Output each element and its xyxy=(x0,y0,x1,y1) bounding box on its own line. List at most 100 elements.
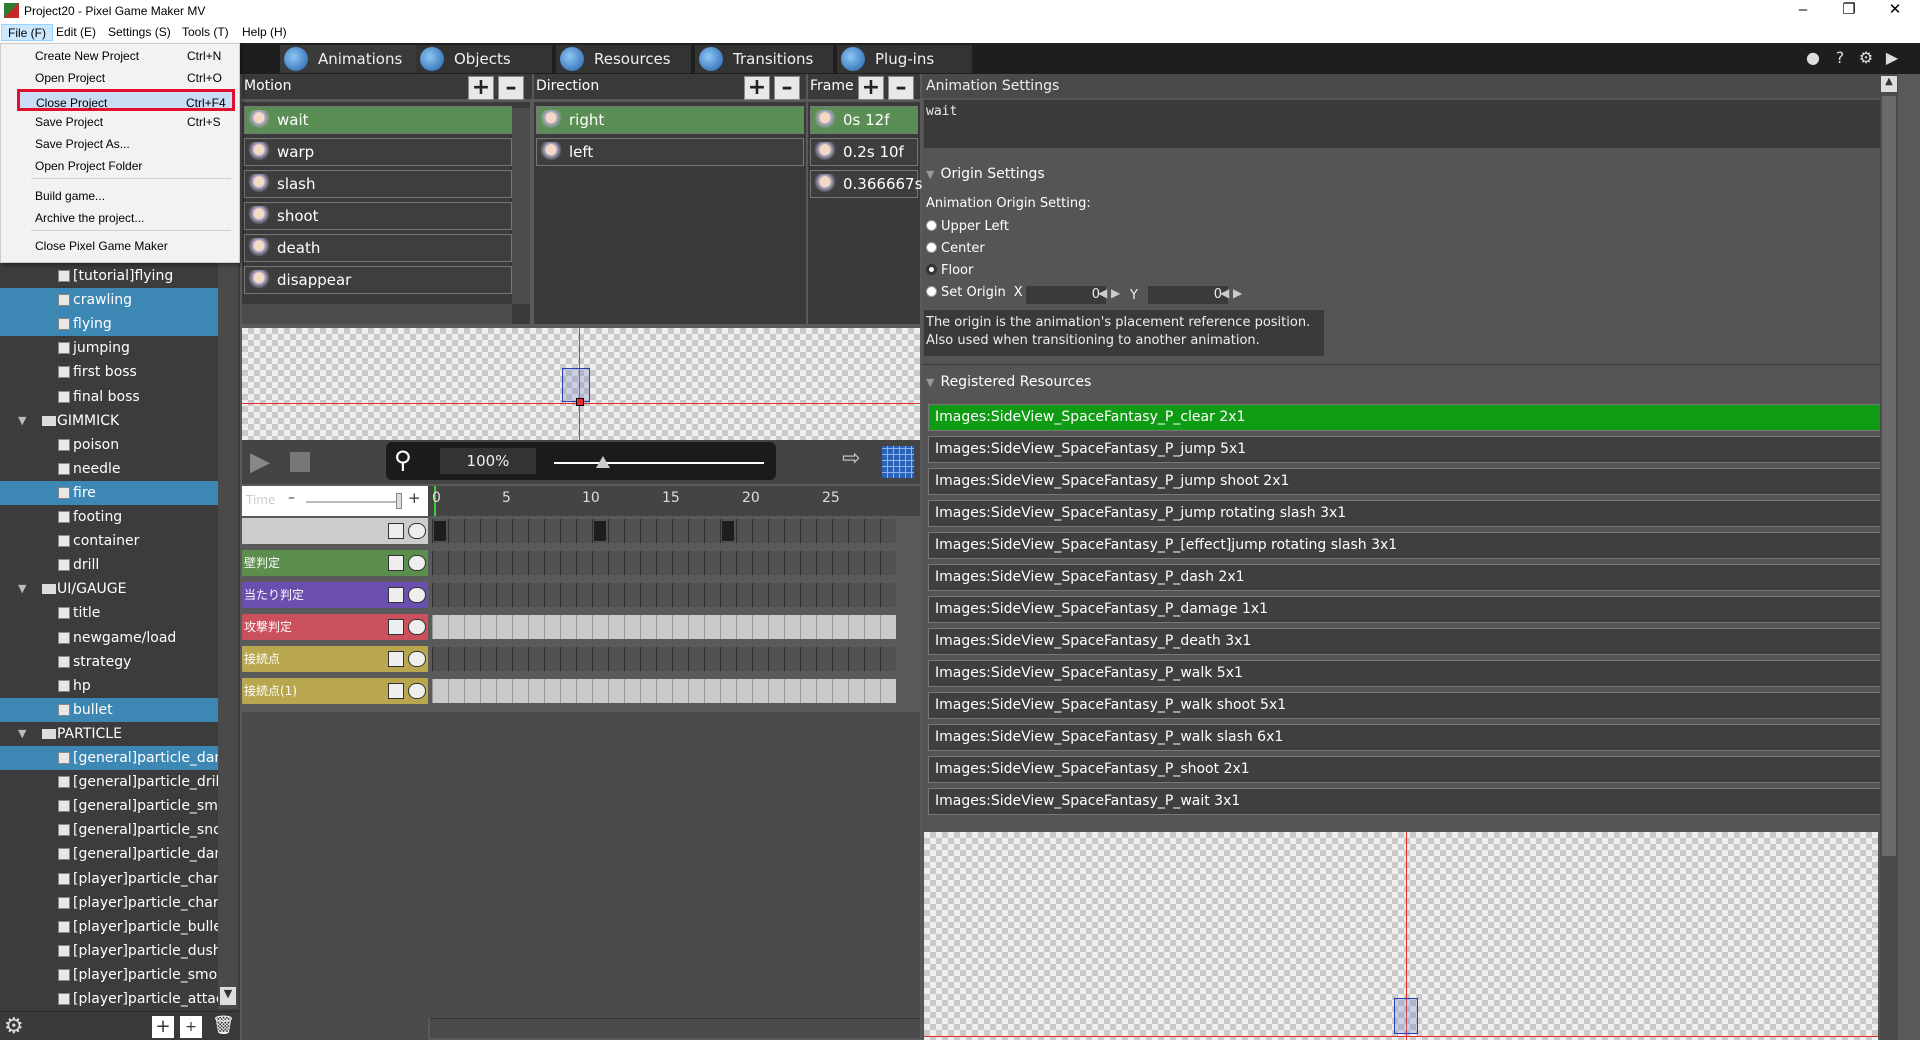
settings-scroll-thumb[interactable] xyxy=(1882,96,1896,856)
zoom-slider-thumb[interactable] xyxy=(596,456,610,468)
tree-item[interactable]: [player]particle_dush xyxy=(0,939,218,963)
y-stepper-arrows-icon[interactable]: ◀ ▶ xyxy=(1220,286,1242,300)
frame-item[interactable]: 0.2s 10f xyxy=(810,138,918,166)
tree-item[interactable]: hp xyxy=(0,674,218,698)
file-menu-item[interactable]: Close Project Ctrl+F4 xyxy=(17,89,235,111)
track-frame-cells[interactable] xyxy=(432,519,896,543)
tab-transitions[interactable]: Transitions xyxy=(695,45,833,73)
resource-row[interactable]: Images:SideView_SpaceFantasy_P_[effect]j… xyxy=(928,532,1894,559)
eye-icon[interactable] xyxy=(408,555,426,571)
file-menu-item[interactable]: Open Project Folder xyxy=(2,155,238,177)
lock-icon[interactable] xyxy=(388,619,404,635)
keyframe-marker[interactable] xyxy=(434,521,446,541)
eye-icon[interactable] xyxy=(408,683,426,699)
menu-settings[interactable]: Settings (S) xyxy=(102,24,177,41)
track-frame-cells[interactable] xyxy=(432,615,896,639)
tab-resources[interactable]: Resources xyxy=(556,45,691,73)
resource-row[interactable]: Images:SideView_SpaceFantasy_P_jump shoo… xyxy=(928,468,1894,495)
file-menu-item[interactable]: Open Project Ctrl+O xyxy=(2,67,238,89)
file-menu-item[interactable]: Build game... xyxy=(2,185,238,207)
file-menu-item[interactable]: Save Project As... xyxy=(2,133,238,155)
minimize-button[interactable]: – xyxy=(1780,0,1826,22)
motion-scrollbar[interactable] xyxy=(512,108,530,304)
tree-item[interactable]: footing xyxy=(0,505,218,529)
timeline-hscrollbar[interactable] xyxy=(430,1018,920,1038)
lock-icon[interactable] xyxy=(388,587,404,603)
help-icon[interactable]: ? xyxy=(1831,49,1849,67)
tree-item[interactable]: [general]particle_dama xyxy=(0,746,218,770)
tree-item[interactable]: [general]particle_snov xyxy=(0,818,218,842)
motion-item[interactable]: wait xyxy=(244,106,512,134)
tree-item[interactable]: needle xyxy=(0,457,218,481)
tree-item[interactable]: strategy xyxy=(0,650,218,674)
remove-direction-button[interactable]: – xyxy=(774,76,800,100)
tree-settings-gear-icon[interactable]: ⚙ xyxy=(4,1015,28,1039)
frame-item[interactable]: 0s 12f xyxy=(810,106,918,134)
origin-settings-header[interactable]: ▼ Origin Settings xyxy=(926,166,1045,182)
settings-scrollbar[interactable]: ▲ xyxy=(1880,74,1898,1040)
resource-preview-canvas[interactable] xyxy=(924,832,1878,1040)
tree-item[interactable]: bullet xyxy=(0,697,218,722)
tree-item[interactable]: [player]particle_charg xyxy=(0,867,218,891)
tree-item[interactable]: [general]particle_smo xyxy=(0,794,218,818)
add-folder-icon[interactable]: + xyxy=(180,1016,202,1038)
lock-icon[interactable] xyxy=(388,683,404,699)
resource-row[interactable]: Images:SideView_SpaceFantasy_P_damage 1x… xyxy=(928,596,1894,623)
expand-arrow-icon[interactable]: ▼ xyxy=(18,722,26,746)
file-menu-item[interactable]: Save Project Ctrl+S xyxy=(2,111,238,133)
resource-row[interactable]: Images:SideView_SpaceFantasy_P_walk shoo… xyxy=(928,692,1894,719)
resource-row[interactable]: Images:SideView_SpaceFantasy_P_jump 5x1 xyxy=(928,436,1894,463)
tree-item[interactable]: flying xyxy=(0,312,218,337)
tree-item[interactable]: container xyxy=(0,529,218,553)
file-menu-item[interactable]: Archive the project... xyxy=(2,207,238,229)
menu-file[interactable]: File (F) xyxy=(1,24,53,41)
remove-frame-button[interactable]: – xyxy=(888,76,914,100)
tree-item[interactable]: [player]particle_smok xyxy=(0,963,218,987)
motion-hscrollbar[interactable] xyxy=(242,304,512,324)
track-frame-cells[interactable] xyxy=(432,551,896,575)
scroll-down-arrow-icon[interactable]: ▼ xyxy=(220,987,236,1005)
resource-row[interactable]: Images:SideView_SpaceFantasy_P_jump rota… xyxy=(928,500,1894,527)
resource-row[interactable]: Images:SideView_SpaceFantasy_P_dash 2x1 xyxy=(928,564,1894,591)
track-frame-cells[interactable] xyxy=(432,679,896,703)
track-header[interactable]: 当たり判定 xyxy=(242,582,428,608)
tree-item[interactable]: first boss xyxy=(0,360,218,384)
expand-arrow-icon[interactable]: ▼ xyxy=(18,409,26,433)
tree-item[interactable]: [player]particle_charg xyxy=(0,891,218,915)
frame-item[interactable]: 0.366667s xyxy=(810,170,922,198)
add-direction-button[interactable]: + xyxy=(744,76,770,100)
direction-item[interactable]: right xyxy=(536,106,804,134)
lock-icon[interactable] xyxy=(388,555,404,571)
close-window-button[interactable]: ✕ xyxy=(1872,0,1918,22)
zoom-value[interactable]: 100% xyxy=(440,448,536,474)
menu-help[interactable]: Help (H) xyxy=(236,24,293,41)
tree-item[interactable]: jumping xyxy=(0,336,218,360)
play-test-icon[interactable]: ▶ xyxy=(1883,49,1901,67)
track-header[interactable]: 接続点 xyxy=(242,646,428,672)
eye-icon[interactable] xyxy=(408,587,426,603)
tree-item[interactable]: poison xyxy=(0,433,218,457)
track-header[interactable]: 壁判定 xyxy=(242,550,428,576)
tab-objects[interactable]: Objects xyxy=(416,45,552,73)
tree-item[interactable]: newgame/load xyxy=(0,626,218,650)
grid-toggle-icon[interactable] xyxy=(882,446,914,478)
zoom-slider-track[interactable] xyxy=(554,462,764,464)
resource-row[interactable]: Images:SideView_SpaceFantasy_P_death 3x1 xyxy=(928,628,1894,655)
globe-icon[interactable]: ● xyxy=(1804,49,1822,67)
play-icon[interactable]: ▶ xyxy=(250,448,270,476)
track-header[interactable]: 攻撃判定 xyxy=(242,614,428,640)
add-item-icon[interactable]: + xyxy=(152,1016,174,1038)
expand-arrow-icon[interactable]: ▼ xyxy=(18,577,26,601)
tree-item[interactable]: final boss xyxy=(0,385,218,409)
delete-trash-icon[interactable]: 🗑 xyxy=(212,1015,235,1039)
time-scale-slider[interactable] xyxy=(306,501,402,503)
lock-icon[interactable] xyxy=(388,523,404,539)
zoom-magnifier-icon[interactable]: ⚲ xyxy=(394,446,424,476)
tree-item[interactable]: ▼ GIMMICK xyxy=(0,409,218,433)
tree-item[interactable]: title xyxy=(0,601,218,625)
keyframe-marker[interactable] xyxy=(722,521,734,541)
scroll-up-arrow-icon[interactable]: ▲ xyxy=(1881,76,1897,92)
animation-name-field[interactable]: wait xyxy=(924,100,1896,148)
origin-option-radio[interactable]: Set Origin X xyxy=(926,284,1023,302)
motion-item[interactable]: death xyxy=(244,234,512,262)
